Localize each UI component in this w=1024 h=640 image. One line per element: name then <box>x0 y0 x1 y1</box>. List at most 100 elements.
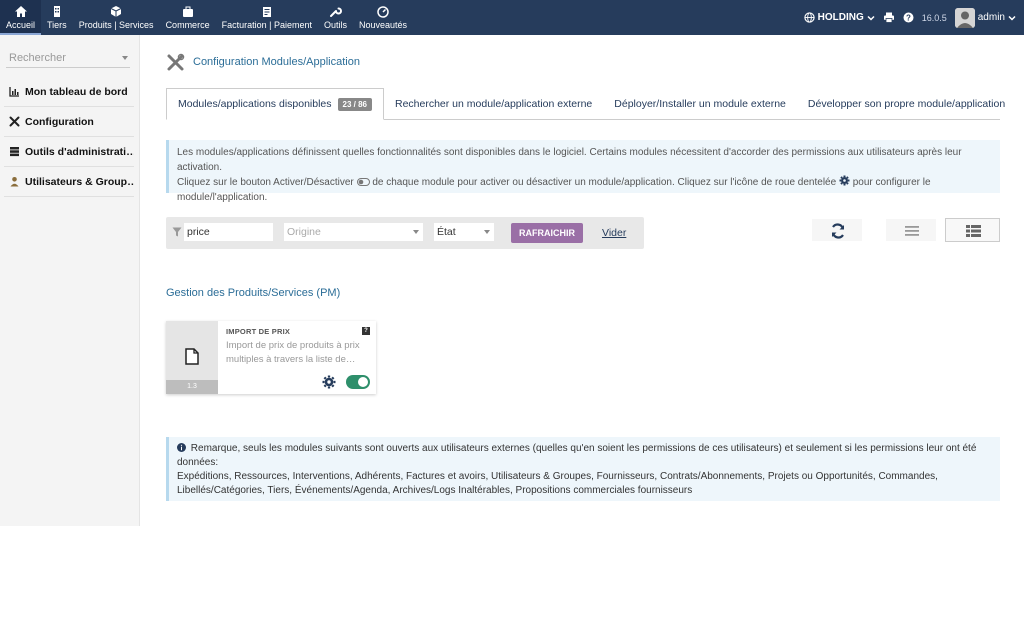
info-circle-icon <box>177 443 186 452</box>
money-icon <box>262 7 271 17</box>
sidebar-item-label: Configuration <box>25 115 94 128</box>
globe-icon <box>803 12 815 23</box>
origin-select[interactable]: Origine <box>284 223 423 241</box>
tools-icon <box>9 116 20 127</box>
module-count-badge: 23 / 86 <box>337 97 372 111</box>
module-thumbnail: 1.3 <box>166 321 218 394</box>
toggle-off-icon <box>356 178 370 186</box>
note-line3: Libellés/Catégories, Tiers, Événements/A… <box>177 485 693 496</box>
gauge-icon <box>377 6 389 18</box>
search-input-value: price <box>187 226 210 238</box>
page-header: Configuration Modules/Application <box>166 52 360 72</box>
info-box: Les modules/applications définissent que… <box>166 140 1000 203</box>
info-text-line2b: de chaque module pour activer ou désacti… <box>372 177 837 188</box>
nav-nouveautes[interactable]: Nouveautés <box>353 0 413 35</box>
kanban-view-button[interactable] <box>945 218 1000 242</box>
server-icon <box>10 147 19 157</box>
main-nav: Accueil Tiers Produits | Services Commer… <box>0 0 413 35</box>
nav-outils[interactable]: Outils <box>318 0 353 35</box>
nav-label: Nouveautés <box>358 20 408 30</box>
nav-label: Outils <box>323 20 347 30</box>
tab-label: Déployer/Installer un module externe <box>614 98 786 110</box>
state-value: État <box>437 226 456 238</box>
module-help-icon[interactable]: ? <box>362 327 370 335</box>
caret-down-icon <box>122 56 128 60</box>
caret-down-icon <box>413 230 419 234</box>
cube-icon <box>110 6 122 17</box>
info-text-line2a: Cliquez sur le bouton Activer/Désactiver <box>177 177 354 188</box>
list-view-button[interactable] <box>885 218 937 242</box>
tab-deploy-external[interactable]: Déployer/Installer un module externe <box>603 88 797 120</box>
tab-search-external[interactable]: Rechercher un module/application externe <box>384 88 603 120</box>
sidebar-item-users-groups[interactable]: Utilisateurs & Group… <box>4 167 134 197</box>
nav-facturation-paiement[interactable]: Facturation | Paiement <box>216 0 318 35</box>
nav-produits-services[interactable]: Produits | Services <box>73 0 160 35</box>
module-version: 1.3 <box>166 380 218 394</box>
tab-available-modules[interactable]: Modules/applications disponibles 23 / 86 <box>166 88 384 120</box>
nav-commerce[interactable]: Commerce <box>160 0 216 35</box>
nav-accueil[interactable]: Accueil <box>0 0 42 35</box>
sidebar-item-label: Outils d'administrati… <box>25 145 134 158</box>
company-selector[interactable]: HOLDING <box>803 12 875 23</box>
sidebar-item-admin-tools[interactable]: Outils d'administrati… <box>4 137 134 167</box>
user-avatar-icon <box>954 7 975 28</box>
nav-tiers[interactable]: Tiers <box>41 0 73 35</box>
tab-develop-own[interactable]: Développer son propre module/application <box>797 88 1016 120</box>
top-right: HOLDING ? 16.0.5 admin <box>803 0 1016 35</box>
wrench-icon <box>330 7 343 17</box>
origin-placeholder: Origine <box>287 226 321 238</box>
sidebar-search-select[interactable]: Rechercher <box>6 48 130 68</box>
tab-label: Développer son propre module/application <box>807 98 1006 110</box>
module-title: IMPORT DE PRIX <box>226 327 291 336</box>
nav-label: Accueil <box>6 20 36 30</box>
home-icon <box>14 6 27 17</box>
avatar <box>954 7 975 28</box>
list-icon <box>905 226 919 236</box>
info-text-line1: Les modules/applications définissent que… <box>177 147 962 173</box>
note-line1: Remarque, seuls les modules suivants son… <box>177 443 977 468</box>
clear-filter-link[interactable]: Vider <box>602 227 626 239</box>
help-book-icon[interactable]: ? <box>903 12 914 23</box>
company-name: HOLDING <box>817 12 864 23</box>
toggle-knob <box>358 377 368 387</box>
gear-icon[interactable] <box>322 375 336 389</box>
print-icon[interactable] <box>883 12 895 23</box>
caret-down-icon <box>484 230 490 234</box>
sidebar-item-configuration[interactable]: Configuration <box>4 107 134 137</box>
svg-text:?: ? <box>906 13 911 22</box>
sidebar-item-label: Mon tableau de bord <box>25 85 128 98</box>
nav-label: Commerce <box>165 20 210 30</box>
gear-icon <box>839 175 850 186</box>
chevron-down-icon <box>1008 15 1016 21</box>
state-select[interactable]: État <box>434 223 494 241</box>
module-description: Import de prix de produits à prix multip… <box>226 340 360 365</box>
version-label: 16.0.5 <box>921 12 947 23</box>
user-icon <box>10 177 19 187</box>
module-card: 1.3 IMPORT DE PRIX ? Import de prix de p… <box>166 321 376 394</box>
tab-bar: Modules/applications disponibles 23 / 86… <box>166 88 1005 120</box>
page-title: Configuration Modules/Application <box>193 56 360 68</box>
file-icon <box>185 348 199 365</box>
sync-icon <box>831 223 845 239</box>
external-users-note: Remarque, seuls les modules suivants son… <box>166 437 1000 501</box>
briefcase-icon <box>182 6 193 17</box>
top-bar: Accueil Tiers Produits | Services Commer… <box>0 0 1024 35</box>
nav-label: Tiers <box>47 20 67 30</box>
building-icon <box>53 6 60 17</box>
chart-icon <box>9 87 19 97</box>
module-group-title: Gestion des Produits/Services (PM) <box>166 287 341 299</box>
tab-label: Modules/applications disponibles <box>178 98 332 110</box>
grid-list-icon <box>966 225 981 237</box>
module-enable-toggle[interactable] <box>346 375 370 389</box>
module-search-input[interactable]: price <box>184 223 273 241</box>
nav-label: Produits | Services <box>78 20 154 30</box>
filter-icon <box>172 227 182 237</box>
sidebar-search-placeholder: Rechercher <box>9 52 66 64</box>
chevron-down-icon <box>867 15 875 21</box>
filter-bar: price Origine État RAFRAICHIR Vider <box>166 217 644 249</box>
refresh-button[interactable]: RAFRAICHIR <box>511 223 583 243</box>
sidebar-item-dashboard[interactable]: Mon tableau de bord <box>4 77 134 107</box>
reload-button[interactable] <box>811 218 863 242</box>
user-menu[interactable]: admin <box>954 7 1016 28</box>
nav-label: Facturation | Paiement <box>221 20 312 30</box>
